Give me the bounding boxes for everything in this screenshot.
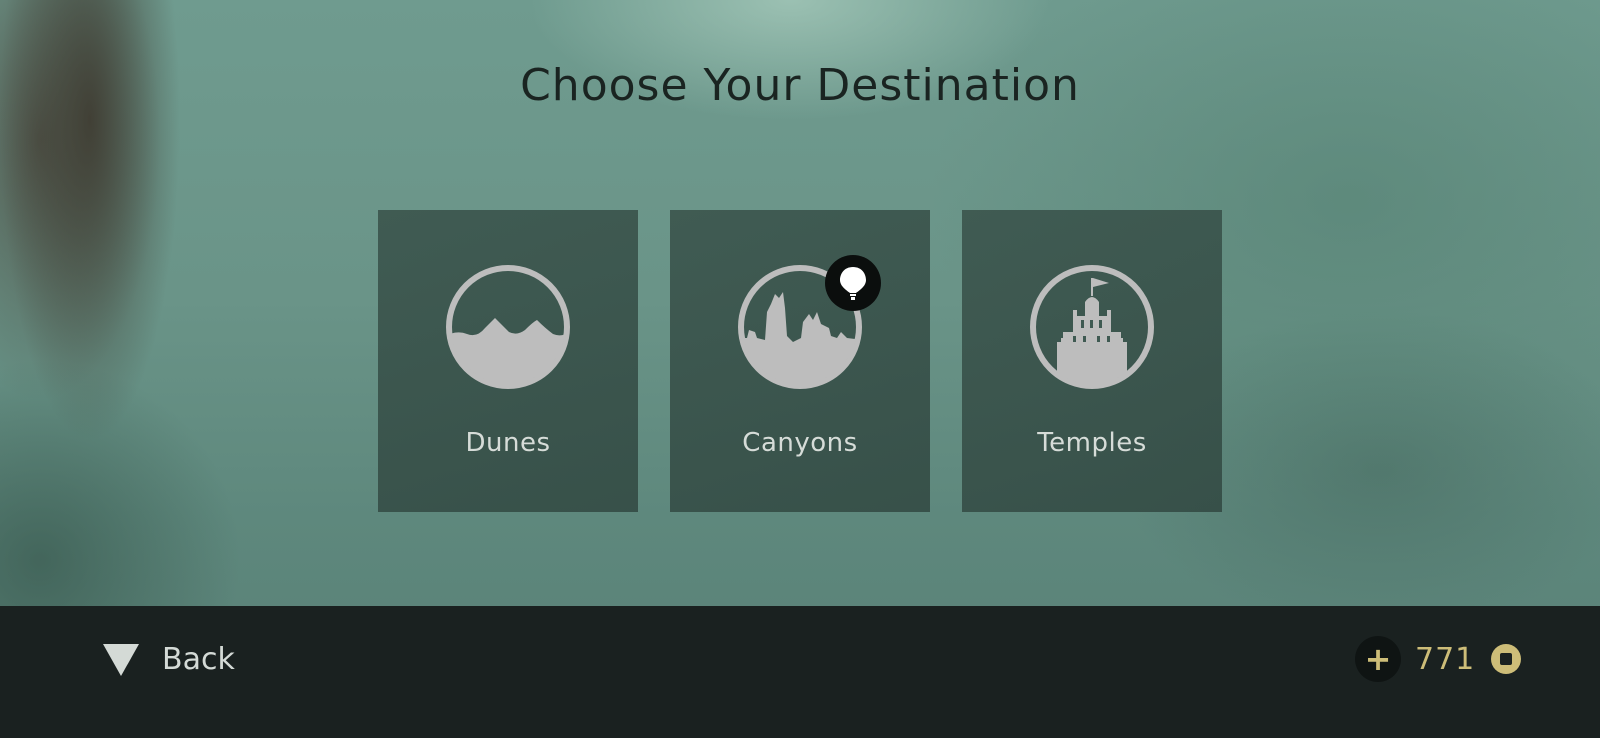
balloon-icon: [840, 267, 866, 300]
footer-bar: Back + 771: [0, 606, 1600, 738]
coin-icon: [1491, 644, 1522, 674]
back-label: Back: [162, 642, 235, 677]
destination-label: Dunes: [465, 428, 551, 458]
add-currency-button[interactable]: +: [1355, 636, 1401, 682]
destination-card-temples[interactable]: Temples: [962, 210, 1222, 512]
destination-card-dunes[interactable]: Dunes: [378, 210, 638, 512]
currency-display: + 771: [1355, 636, 1522, 682]
page-title: Choose Your Destination: [520, 60, 1080, 111]
dunes-icon: [446, 265, 570, 389]
destination-cards: Dunes Canyons Temples: [378, 210, 1222, 512]
balloon-badge: [825, 255, 881, 311]
destination-card-canyons[interactable]: Canyons: [670, 210, 930, 512]
plus-icon: +: [1364, 640, 1392, 678]
temples-icon: [1030, 265, 1154, 389]
back-button[interactable]: Back: [102, 642, 235, 677]
destination-label: Canyons: [742, 428, 858, 458]
currency-amount: 771: [1415, 641, 1476, 677]
destination-label: Temples: [1037, 428, 1147, 458]
down-triangle-icon: [103, 643, 139, 676]
